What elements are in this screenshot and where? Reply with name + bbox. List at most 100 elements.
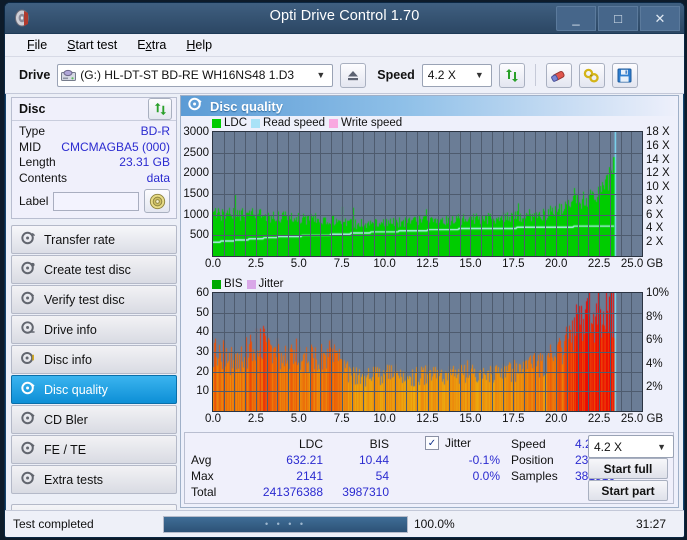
nav-list: Transfer rate Create test disc Verify te… [11, 225, 177, 494]
disc-row-mid: MID CMCMAGBA5 (000) [19, 140, 170, 156]
legend-swatch [212, 118, 221, 128]
grid-line [213, 371, 642, 373]
sidebar-item-transfer-rate[interactable]: Transfer rate [11, 225, 177, 254]
save-button[interactable] [611, 62, 638, 88]
sidebar-item-label: Disc quality [44, 382, 108, 397]
sidebar-item-verify-test-disc[interactable]: Verify test disc [11, 285, 177, 314]
y2-tick-label: 8 X [646, 194, 664, 207]
sidebar-item-create-test-disc[interactable]: Create test disc [11, 255, 177, 284]
menu-help[interactable]: Help [186, 38, 212, 52]
grid-line [213, 152, 642, 154]
x-tick-label: 17.5 [502, 413, 525, 425]
progress-percent: 100.0% [414, 517, 455, 531]
menu-file[interactable]: FFileile [27, 38, 47, 52]
y-tick-label: 2000 [183, 167, 209, 180]
disc-length-value: 23.31 GB [119, 155, 170, 169]
grid-line [213, 391, 642, 393]
x-tick-label: 17.5 [502, 258, 525, 270]
legend-swatch [251, 118, 261, 128]
legend-item-write-speed: Write speed [329, 117, 402, 129]
eject-button[interactable] [340, 62, 367, 88]
progress-bar: • • • • [163, 515, 408, 533]
x-tick-label: 0.0 [205, 413, 221, 425]
sidebar-item-label: FE / TE [44, 442, 87, 457]
test-speed-select[interactable]: 4.2 X ▼ [588, 435, 674, 458]
sidebar-item-drive-info[interactable]: Drive info [11, 315, 177, 344]
x-tick-label: 2.5 [247, 413, 264, 425]
main-header: Disc quality [181, 96, 678, 116]
drive-label: Drive [19, 68, 51, 82]
progress-dots: • • • • [264, 519, 307, 529]
stats-jitter-max: 0.0% [472, 469, 500, 483]
stats-samples-label: Samples [511, 469, 558, 483]
sidebar-item-label: Verify test disc [44, 292, 125, 307]
disc-refresh-button[interactable] [148, 98, 172, 120]
disc-mid-value: CMCMAGBA5 (000) [61, 139, 170, 154]
chevron-down-icon: ▼ [316, 70, 326, 80]
speed-select[interactable]: 4.2 X ▼ [421, 63, 492, 87]
x-tick-label: 25.0 GB [620, 413, 664, 425]
legend-swatch [212, 279, 221, 289]
sidebar-item-disc-info[interactable]: Disc info [11, 345, 177, 374]
y-tick-label: 3000 [183, 126, 209, 138]
bis-chart: BIS Jitter 10 20 30 40 50 60 2% 4% 6% 8% 10% 0.0 2.5… [184, 278, 674, 429]
y-tick-label: 20 [196, 365, 209, 378]
disc-label-cd-button[interactable] [144, 189, 170, 213]
y2-tick-label: 10% [646, 287, 670, 299]
bis-legend: BIS Jitter [212, 278, 283, 290]
legend-label: BIS [224, 278, 243, 290]
y2-tick-label: 14 X [646, 153, 670, 166]
disc-label-input[interactable] [53, 191, 139, 211]
stats-ldc-max: 2141 [296, 469, 323, 483]
jitter-checkbox[interactable]: ✓ [425, 436, 439, 450]
sidebar-item-cd-bler[interactable]: CD Bler [11, 405, 177, 434]
disc-length-label: Length [19, 155, 56, 169]
menu-start-test[interactable]: Start test [67, 38, 117, 52]
chevron-down-icon: ▼ [474, 70, 484, 80]
toolbar-separator [534, 64, 536, 86]
minimize-button[interactable]: _ [556, 6, 596, 31]
close-button[interactable]: ✕ [640, 6, 680, 31]
grid-line [213, 173, 642, 175]
disc-icon [21, 231, 36, 248]
y-tick-label: 10 [196, 385, 209, 398]
legend-item-ldc: LDC [212, 117, 247, 129]
tools-icon [584, 68, 600, 83]
stats-ldc-avg: 632.21 [286, 453, 323, 467]
start-part-button[interactable]: Start part [588, 480, 668, 501]
ldc-chart: LDC Read speed Write speed 500 1000 1500 20… [183, 117, 674, 273]
main-panel: Disc quality LDC Read speed Write speed [180, 95, 679, 508]
legend-item-bis: BIS [212, 278, 243, 290]
refresh-button[interactable] [498, 62, 525, 88]
eraser-icon [551, 70, 565, 82]
grid-line [213, 235, 642, 237]
stats-speed-label: Speed [511, 437, 546, 451]
cd-icon [149, 193, 165, 209]
x-tick-label: 7.5 [333, 258, 350, 270]
tools-button[interactable] [578, 62, 605, 88]
y-tick-label: 1000 [183, 208, 209, 221]
x-tick-label: 12.5 [416, 413, 439, 425]
stats-row-total-label: Total [191, 485, 217, 499]
chevron-down-icon: ▼ [657, 441, 666, 452]
disc-type-label: Type [19, 124, 46, 138]
refresh-icon [505, 68, 518, 82]
ldc-plot-area: 500 1000 1500 2000 2500 3000 2 X4 X6 X8 X 10 X1… [183, 126, 669, 270]
sidebar-item-fe-te[interactable]: FE / TE [11, 435, 177, 464]
x-tick-label: 22.5 [587, 413, 611, 425]
disc-rows: Type BD-R MID CMCMAGBA5 (000) Length 23.… [12, 121, 176, 218]
erase-button[interactable] [545, 62, 572, 88]
start-full-button[interactable]: Start full [588, 458, 668, 479]
content-area: Disc Type BD-R MID CMCMAGBA5 (000) Lengt… [5, 93, 684, 530]
sidebar-item-label: Extra tests [44, 472, 104, 487]
maximize-button[interactable]: □ [598, 6, 638, 31]
disc-mid-label: MID [19, 139, 41, 154]
sidebar-item-extra-tests[interactable]: Extra tests [11, 465, 177, 494]
x-tick-label: 22.5 [587, 258, 611, 270]
status-bar: Test completed • • • • 100.0% 31:27 [5, 510, 684, 537]
drive-select[interactable]: (G:) HL-DT-ST BD-RE WH16NS48 1.D3 ▼ [57, 63, 334, 87]
y-tick-label: 40 [196, 326, 209, 339]
bis-plot-area: 10 20 30 40 50 60 2% 4% 6% 8% 10% 0.0 2.5 5.0 7.5 10.0 1… [196, 287, 669, 425]
sidebar-item-disc-quality[interactable]: Disc quality [11, 375, 177, 404]
menu-extra[interactable]: Extra [137, 38, 166, 52]
